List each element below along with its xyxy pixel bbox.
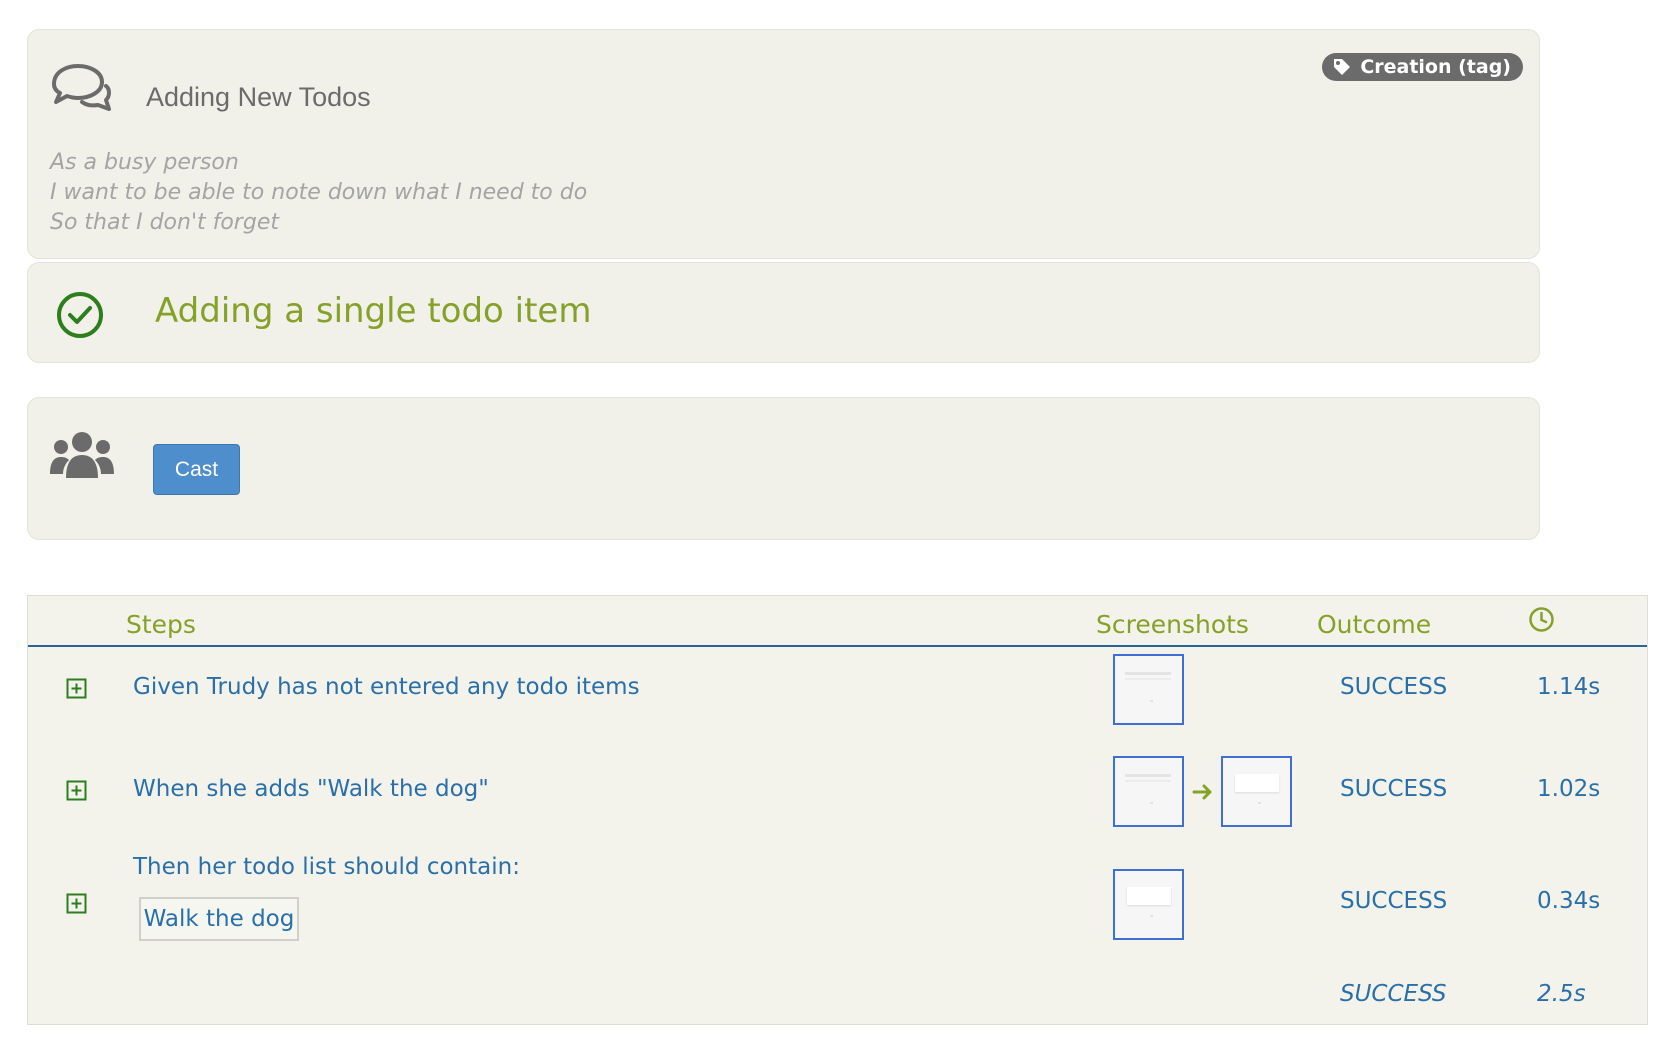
step-outcome: SUCCESS (1340, 674, 1448, 700)
summary-duration: 2.5s (1537, 981, 1586, 1007)
step-text: Then her todo list should contain: (133, 854, 520, 880)
narrative-line: I want to be able to note down what I ne… (50, 180, 588, 205)
steps-header: Steps (126, 610, 196, 639)
story-panel: Adding New Todos Creation (tag) As a bus… (27, 29, 1540, 259)
step-outcome: SUCCESS (1340, 776, 1448, 802)
screenshot-thumbnail[interactable] (1221, 756, 1292, 827)
data-table-cell: Walk the dog (139, 897, 299, 941)
check-circle-icon (57, 292, 103, 338)
arrow-right-icon (1192, 784, 1212, 800)
step-outcome: SUCCESS (1340, 888, 1448, 914)
step-duration: 0.34s (1537, 888, 1601, 914)
story-title: Adding New Todos (146, 82, 371, 112)
tag-badge[interactable]: Creation (tag) (1322, 53, 1523, 81)
screenshot-thumbnail[interactable] (1113, 756, 1184, 827)
users-icon (50, 432, 114, 478)
cast-panel: Cast (27, 397, 1540, 540)
step-text: Given Trudy has not entered any todo ite… (133, 674, 640, 700)
outcome-header: Outcome (1317, 610, 1432, 639)
narrative-line: As a busy person (50, 150, 239, 175)
screenshot-thumbnail[interactable] (1113, 869, 1184, 940)
narrative-line: So that I don't forget (50, 210, 279, 235)
plus-square-icon[interactable] (66, 678, 87, 699)
cast-button[interactable]: Cast (153, 444, 240, 495)
comments-icon (52, 64, 111, 111)
steps-table: Steps Screenshots Outcome Given Trudy ha… (27, 595, 1648, 1025)
clock-icon (1529, 607, 1554, 632)
step-duration: 1.02s (1537, 776, 1601, 802)
step-duration: 1.14s (1537, 674, 1601, 700)
scenario-title: Adding a single todo item (155, 291, 592, 331)
plus-square-icon[interactable] (66, 893, 87, 914)
step-text: When she adds "Walk the dog" (133, 776, 489, 802)
summary-outcome: SUCCESS (1340, 981, 1447, 1007)
tag-label: Creation (tag) (1360, 56, 1511, 78)
screenshot-thumbnail[interactable] (1113, 654, 1184, 725)
screenshots-header: Screenshots (1096, 610, 1249, 639)
story-narrative: As a busy person I want to be able to no… (50, 148, 587, 238)
plus-square-icon[interactable] (66, 780, 87, 801)
header-divider (28, 645, 1647, 647)
tag-icon (1334, 59, 1351, 75)
scenario-panel: Adding a single todo item (27, 262, 1540, 363)
